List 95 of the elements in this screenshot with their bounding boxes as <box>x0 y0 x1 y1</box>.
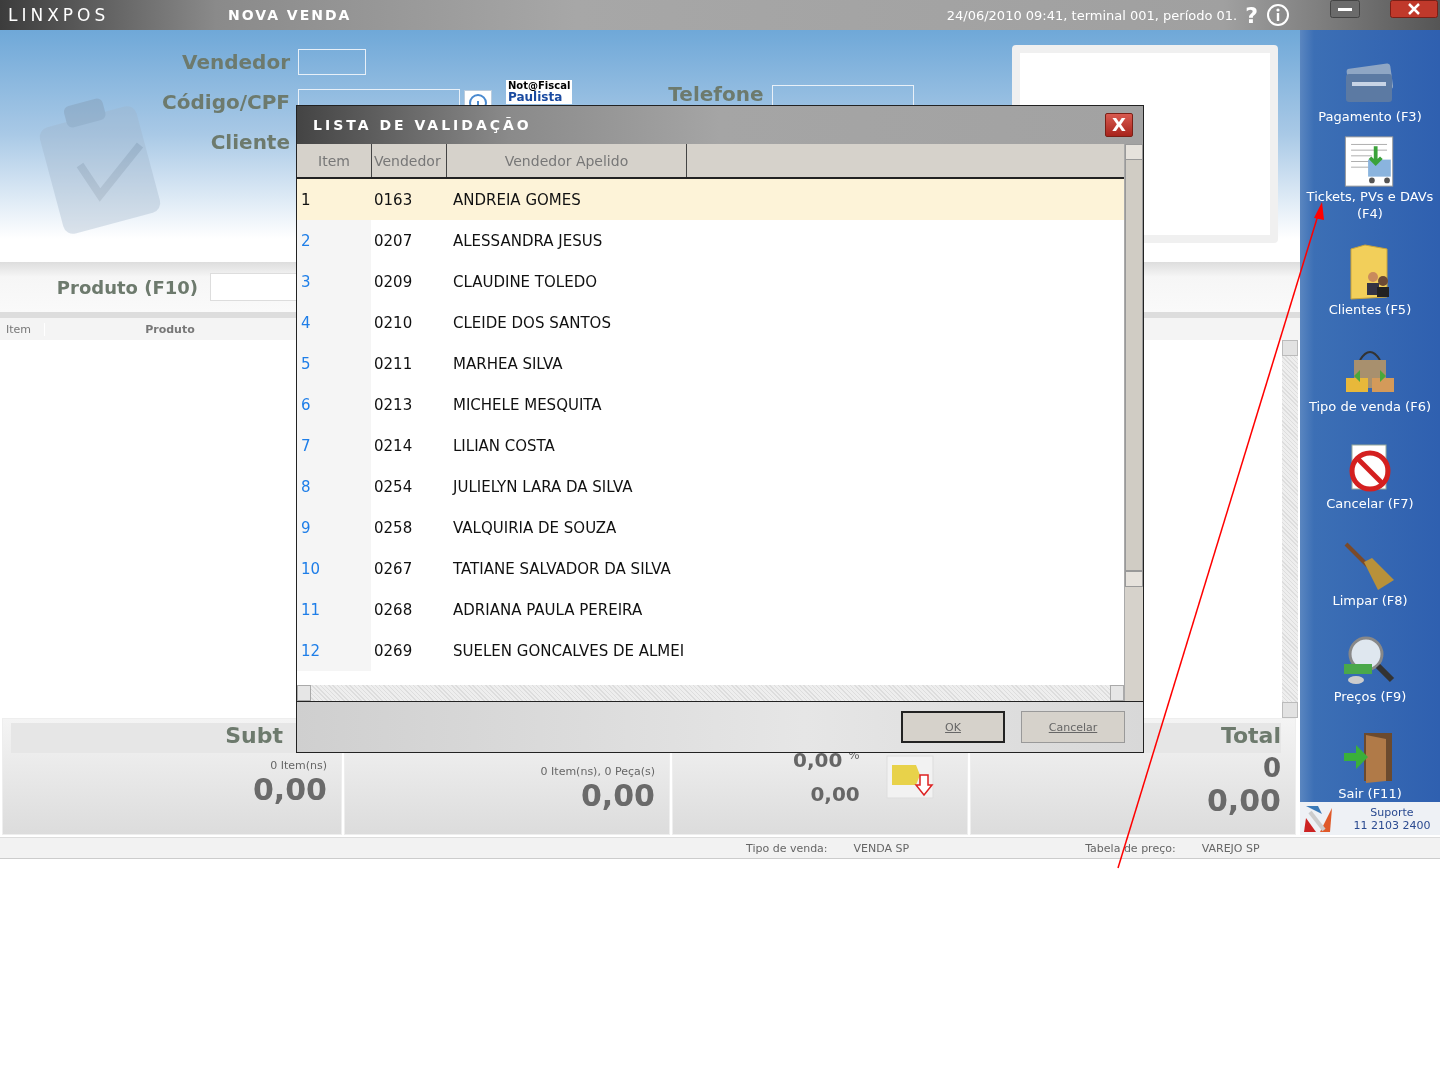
table-cell-text: VALQUIRIA DE SOUZA <box>452 518 617 537</box>
sidebar-label: Preços (F9) <box>1333 688 1407 706</box>
sidebar-button[interactable]: Tickets, PVs e DAVs (F4) <box>1302 134 1438 222</box>
table-cell-text: ADRIANA PAULA PEREIRA <box>452 600 643 619</box>
table-cell-text: 0268 <box>373 600 414 619</box>
total-count: 0 <box>1262 753 1281 783</box>
subtotal-value: 0,00 <box>252 772 327 807</box>
field-label: Telefone <box>668 82 765 106</box>
column-header: Produto <box>144 322 196 336</box>
status-value: VENDA SP <box>853 841 910 855</box>
row-number: 11 <box>297 589 371 630</box>
subtotal-label: Subt <box>225 723 283 748</box>
table-cell-text: 0211 <box>373 354 414 373</box>
table-cell-text: 0258 <box>373 518 414 537</box>
table-cell-text: MARHEA SILVA <box>452 354 563 373</box>
sidebar-label: Clientes (F5) <box>1328 301 1412 319</box>
row-number: 4 <box>297 302 371 343</box>
table-cell-text: 0207 <box>373 231 414 250</box>
app-logo: LINXPOS <box>7 5 111 25</box>
sidebar-label: Sair (F11) <box>1338 785 1402 803</box>
dialog-title: LISTA DE VALIDAÇÃO <box>313 117 532 133</box>
row-number: 9 <box>297 507 371 548</box>
session-info: 24/06/2010 09:41, terminal 001, período 01. <box>946 7 1238 23</box>
table-cell-text: 0214 <box>373 436 414 455</box>
status-label: Tabela de preço: <box>1085 841 1176 855</box>
sidebar-button[interactable]: Preços (F9) <box>1302 618 1438 706</box>
row-number: 1 <box>300 189 312 211</box>
row-number: 3 <box>297 261 371 302</box>
table-cell-text: ALESSANDRA JESUS <box>452 231 603 250</box>
table-cell-text: 0209 <box>373 272 414 291</box>
total-value: 0,00 <box>1206 783 1281 818</box>
product-label: Produto (F10) <box>55 276 199 298</box>
sidebar-label: Tipo de venda (F6) <box>1308 398 1431 416</box>
scrollbar[interactable] <box>1124 144 1143 701</box>
help-button[interactable]: ? <box>1245 2 1258 28</box>
field-label: Código/CPF <box>161 90 291 114</box>
cancel-button[interactable]: Cancelar <box>1021 711 1125 743</box>
scrollbar[interactable] <box>297 685 1124 701</box>
table-cell-text: 0254 <box>373 477 414 496</box>
sidebar-label: Tickets, PVs e DAVs (F4) <box>1305 187 1435 222</box>
minimize-button[interactable] <box>1330 0 1360 18</box>
table-cell-text: 0213 <box>373 395 414 414</box>
sidebar-button[interactable]: Cancelar (F7) <box>1302 425 1438 512</box>
table-row[interactable]: 1 0163 ANDREIA GOMES <box>297 179 1124 220</box>
row-number: 8 <box>297 466 371 507</box>
items-value: 0,00 <box>580 778 655 813</box>
status-value: VAREJO SP <box>1201 841 1260 855</box>
item-count: 0 Item(ns) <box>270 759 327 772</box>
table-cell-text: CLAUDINE TOLEDO <box>452 272 598 291</box>
sidebar-button[interactable]: Limpar (F8) <box>1302 521 1438 609</box>
close-button[interactable]: X <box>1105 113 1133 137</box>
support-label: Suporte <box>1370 805 1414 819</box>
window-title: NOVA VENDA <box>228 7 352 23</box>
column-header: Item <box>0 322 45 336</box>
field-label: Vendedor <box>181 50 291 74</box>
column-header[interactable]: Item <box>297 144 372 177</box>
table-cell-text: 0267 <box>373 559 414 578</box>
table-cell-text: LILIAN COSTA <box>452 436 555 455</box>
table-cell-text: 0163 <box>373 190 414 209</box>
table-cell-text: 0269 <box>373 641 414 660</box>
sidebar-label: Pagamento (F3) <box>1318 107 1422 125</box>
table-cell-text: CLEIDE DOS SANTOS <box>452 313 611 332</box>
sidebar-button[interactable]: Sair (F11) <box>1302 715 1438 803</box>
item-count: 0 Item(ns), 0 Peça(s) <box>540 765 655 778</box>
ok-button[interactable]: OK <box>901 711 1005 743</box>
sidebar-label: Cancelar (F7) <box>1326 494 1414 512</box>
sidebar-button[interactable]: Pagamento (F3) <box>1302 38 1438 125</box>
nota-fiscal-badge: Not@Fiscal Paulista <box>506 80 573 104</box>
field-label: Cliente <box>209 130 291 154</box>
row-number: 10 <box>297 548 371 589</box>
table-cell-text: 0210 <box>373 313 414 332</box>
discount-value: 0,00 <box>810 781 860 806</box>
sidebar-button[interactable]: Clientes (F5) <box>1302 231 1438 319</box>
table-cell-text: ANDREIA GOMES <box>452 190 581 209</box>
row-number: 12 <box>297 630 371 671</box>
row-number: 6 <box>297 384 371 425</box>
table-cell-text: TATIANE SALVADOR DA SILVA <box>452 559 671 578</box>
table-cell-text: JULIELYN LARA DA SILVA <box>451 477 633 496</box>
status-label: Tipo de venda: <box>746 841 828 855</box>
row-number: 2 <box>297 220 371 261</box>
row-number: 5 <box>297 343 371 384</box>
discount-icon[interactable] <box>885 754 934 799</box>
column-header[interactable]: Vendedor <box>372 144 447 177</box>
support-phone: 11 2103 2400 <box>1353 818 1431 832</box>
column-header[interactable]: Vendedor Apelido <box>447 144 687 177</box>
seller-field[interactable] <box>298 49 366 75</box>
scrollbar[interactable] <box>1282 340 1298 718</box>
table-cell-text: SUELEN GONCALVES DE ALMEI <box>452 641 685 660</box>
sidebar-label: Limpar (F8) <box>1332 591 1408 609</box>
total-label: Total <box>1220 723 1281 748</box>
discount-percent: 0,00 <box>793 747 843 772</box>
row-number: 7 <box>297 425 371 466</box>
table-cell-text: MICHELE MESQUITA <box>452 395 602 414</box>
close-button[interactable] <box>1390 0 1438 18</box>
sidebar-button[interactable]: Tipo de venda (F6) <box>1302 328 1438 416</box>
